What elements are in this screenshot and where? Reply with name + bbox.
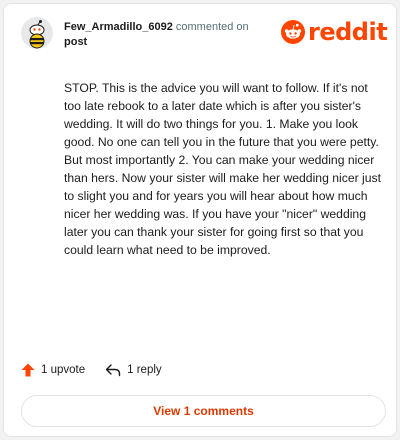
comment-card: Few_Armadillo_6092 commented on post red… <box>3 3 397 437</box>
brand-wordmark: reddit <box>308 18 388 46</box>
snoo-avatar-icon <box>21 17 53 49</box>
reply-arrow-icon <box>105 364 121 377</box>
upvote-arrow-icon <box>21 363 35 377</box>
view-comments-button[interactable]: View 1 comments <box>21 395 386 427</box>
reply-button[interactable]: 1 reply <box>85 363 162 377</box>
comment-header: Few_Armadillo_6092 commented on post <box>64 20 284 50</box>
comment-actions: 1 upvote 1 reply <box>21 363 162 377</box>
post-link[interactable]: post <box>64 35 284 50</box>
reply-count: 1 reply <box>127 364 162 376</box>
upvote-button[interactable]: 1 upvote <box>21 363 85 377</box>
comment-body: STOP. This is the advice you will want t… <box>64 81 382 257</box>
upvote-count: 1 upvote <box>41 364 86 376</box>
reddit-logo[interactable]: reddit <box>281 18 388 46</box>
action-text: commented on <box>175 21 249 33</box>
username[interactable]: Few_Armadillo_6092 <box>64 21 173 33</box>
user-avatar[interactable] <box>21 17 53 49</box>
reddit-snoo-icon <box>281 20 305 44</box>
